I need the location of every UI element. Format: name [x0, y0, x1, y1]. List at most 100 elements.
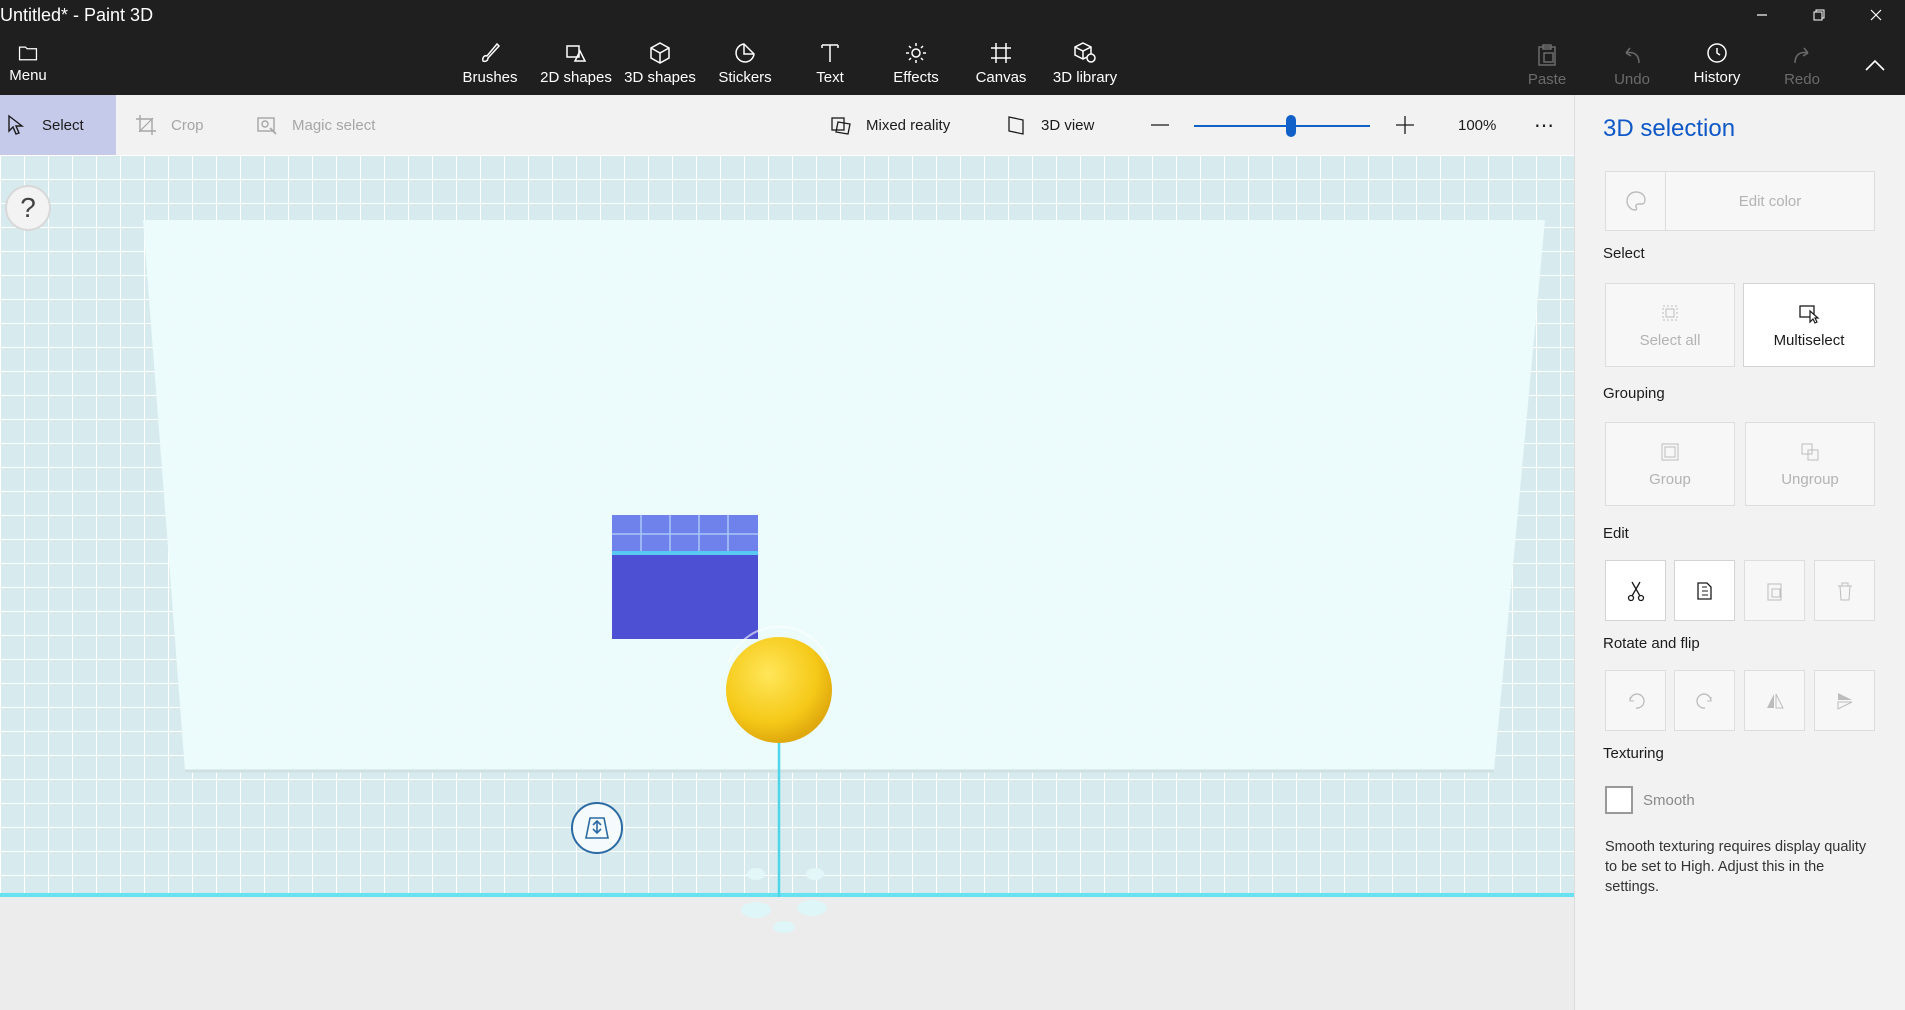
zoom-value[interactable]: 100% [1458, 95, 1496, 155]
zoom-slider[interactable] [1194, 115, 1370, 137]
grouping-section-label: Grouping [1603, 385, 1665, 402]
tool-label: Brushes [462, 69, 518, 86]
canvas-area[interactable]: ? [0, 155, 1574, 1010]
multiselect-label: Multiselect [1773, 331, 1845, 349]
zoom-out-button[interactable] [1148, 95, 1172, 155]
floor [0, 895, 1574, 1010]
ungroup-label: Ungroup [1781, 470, 1839, 488]
mixed-reality-button[interactable]: Mixed reality [830, 95, 950, 155]
edit-color-label: Edit color [1738, 192, 1802, 210]
3d-view-button[interactable]: 3D view [1005, 95, 1094, 155]
ungroup-button[interactable]: Ungroup [1745, 422, 1875, 506]
mixed-reality-icon [831, 117, 851, 135]
tool-label: Canvas [975, 69, 1027, 86]
select-section-label: Select [1603, 245, 1645, 262]
copy-button[interactable] [1674, 560, 1735, 621]
texturing-section-label: Texturing [1603, 745, 1664, 762]
select-label: Select [42, 116, 84, 134]
flip-vertical-button[interactable] [1814, 670, 1875, 731]
history-label: History [1693, 69, 1741, 86]
select-all-button[interactable]: Select all [1605, 283, 1735, 367]
mixed-reality-label: Mixed reality [866, 116, 951, 134]
delete-button[interactable] [1814, 560, 1875, 621]
smooth-checkbox[interactable] [1605, 786, 1633, 814]
tool-text[interactable]: Text [800, 40, 860, 92]
3d-shapes-icon [650, 42, 670, 64]
minus-icon [1151, 124, 1169, 126]
title-ribbon-bar: Untitled* - Paint 3D Menu Brushes 2D sha… [0, 0, 1905, 95]
undo-button[interactable]: Undo [1607, 42, 1657, 94]
shadow-blob [741, 902, 771, 918]
restore-icon [1813, 9, 1825, 21]
rotate-right-button[interactable] [1674, 670, 1735, 731]
brush-icon [482, 42, 501, 63]
flip-horizontal-button[interactable] [1744, 670, 1805, 731]
paste-label: Paste [1527, 71, 1567, 88]
tool-effects[interactable]: Effects [885, 40, 947, 92]
tool-label: Stickers [718, 69, 772, 86]
tool-label: 3D library [1052, 69, 1118, 86]
group-icon [1661, 443, 1679, 460]
select-tool[interactable]: Select [0, 95, 116, 155]
crop-tool[interactable]: Crop [135, 95, 204, 155]
cut-button[interactable] [1605, 560, 1666, 621]
magic-select-tool[interactable]: Magic select [256, 95, 375, 155]
tool-canvas[interactable]: Canvas [970, 40, 1032, 92]
shadow-blob [806, 868, 824, 880]
crop-icon [136, 115, 156, 135]
cursor-icon [8, 114, 25, 135]
trash-icon [1837, 582, 1852, 600]
tool-stickers[interactable]: Stickers [710, 40, 780, 92]
multiselect-icon [1799, 304, 1820, 324]
help-button[interactable]: ? [5, 185, 51, 231]
multiselect-button[interactable]: Multiselect [1743, 283, 1875, 367]
rotate-left-button[interactable] [1605, 670, 1666, 731]
redo-label: Redo [1784, 71, 1820, 88]
3d-sphere[interactable] [726, 637, 832, 743]
paste-icon [1767, 583, 1781, 600]
3d-view-icon [1008, 116, 1024, 135]
tool-3d-library[interactable]: 3D library [1047, 40, 1123, 92]
3d-view-label: 3D view [1041, 116, 1095, 134]
redo-button[interactable]: Redo [1777, 42, 1827, 94]
collapse-ribbon-button[interactable] [1855, 50, 1895, 80]
edit-color-button[interactable]: Edit color [1605, 171, 1875, 231]
redo-icon [1794, 47, 1809, 64]
zoom-slider-thumb[interactable] [1285, 115, 1296, 137]
paste-icon [1538, 44, 1556, 66]
history-button[interactable]: History [1687, 40, 1747, 92]
flip-vertical-icon [1837, 692, 1852, 710]
ungroup-icon [1801, 443, 1819, 460]
paste-panel-button[interactable] [1744, 560, 1805, 621]
color-swatch [1606, 172, 1666, 230]
paste-button[interactable]: Paste [1522, 42, 1572, 94]
smooth-checkbox-row[interactable]: Smooth [1605, 786, 1695, 814]
2d-shapes-icon [566, 45, 587, 62]
tool-3d-shapes[interactable]: 3D shapes [622, 40, 698, 92]
group-button[interactable]: Group [1605, 422, 1735, 506]
help-label: ? [20, 192, 36, 223]
restore-button[interactable] [1790, 0, 1848, 30]
zoom-in-button[interactable] [1393, 95, 1417, 155]
panel-title: 3D selection [1603, 115, 1736, 142]
workspace [0, 155, 1574, 1010]
tool-brushes[interactable]: Brushes [456, 40, 524, 92]
more-options-button[interactable]: ⋯ [1534, 95, 1555, 155]
tool-2d-shapes[interactable]: 2D shapes [538, 40, 614, 92]
close-button[interactable] [1847, 0, 1905, 30]
minimize-button[interactable] [1733, 0, 1791, 30]
rotate-right-icon [1695, 692, 1712, 709]
snap-to-ground-icon [585, 817, 609, 839]
rotate-left-icon [1628, 692, 1645, 709]
select-all-icon [1662, 305, 1678, 320]
smooth-texturing-note: Smooth texturing requires display qualit… [1605, 839, 1867, 895]
snap-to-ground-button[interactable] [571, 802, 623, 854]
shadow-blob [797, 900, 827, 916]
smooth-label: Smooth [1643, 791, 1695, 809]
crop-label: Crop [171, 116, 204, 134]
menu-button[interactable]: Menu [4, 42, 52, 94]
tool-label: Effects [893, 69, 939, 86]
shadow-blob [747, 868, 765, 880]
window-title: Untitled* - Paint 3D [0, 5, 154, 25]
canvas-plane [143, 220, 1545, 771]
